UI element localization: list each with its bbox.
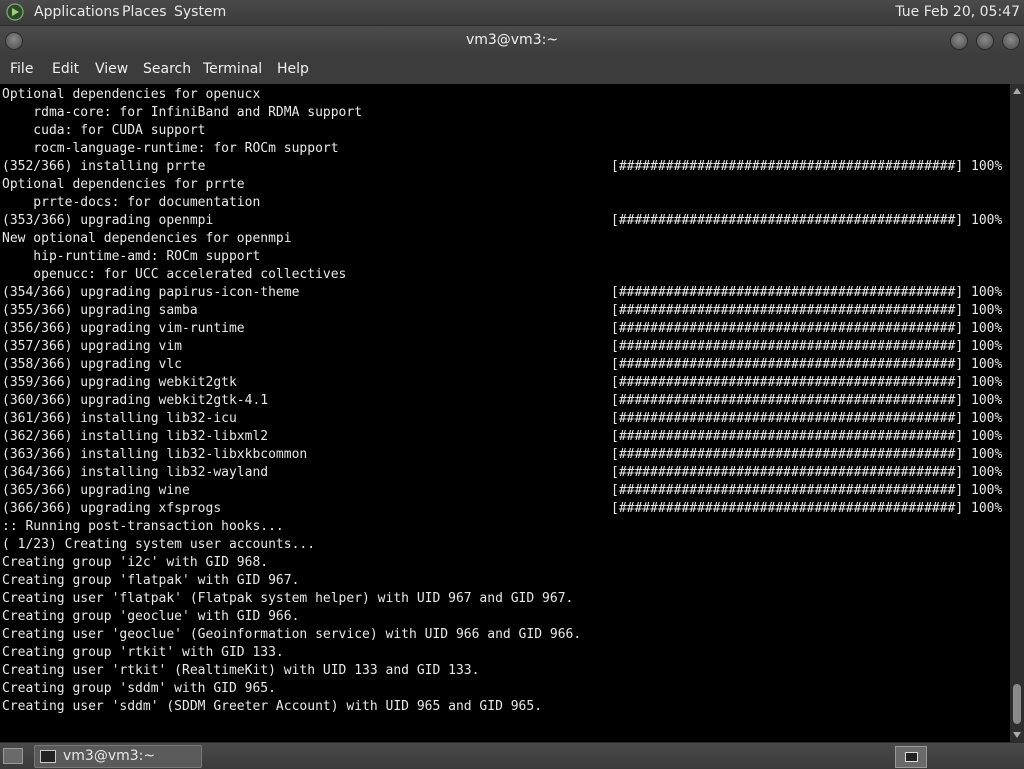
terminal-line: (363/366) installing lib32-libxkbcommon — [2, 447, 308, 462]
terminal-line: (360/366) upgrading webkit2gtk-4.1 — [2, 393, 269, 408]
minimize-icon[interactable] — [950, 32, 968, 50]
terminal-line: Optional dependencies for prrte — [2, 177, 245, 192]
terminal-line: openucc: for UCC accelerated collectives — [2, 267, 347, 282]
terminal-line: (366/366) upgrading xfsprogs — [2, 501, 222, 516]
applications-menu[interactable]: Applications — [34, 4, 120, 20]
workspace-switcher[interactable] — [895, 746, 927, 768]
menu-terminal[interactable]: Terminal — [203, 61, 262, 77]
progress-bar-text: [#######################################… — [611, 411, 1003, 426]
terminal-line: Optional dependencies for openucx — [2, 87, 261, 102]
terminal-line: rocm-language-runtime: for ROCm support — [2, 141, 339, 156]
terminal-line: (362/366) installing lib32-libxml2 — [2, 429, 269, 444]
scrollbar-thumb[interactable] — [1013, 684, 1021, 724]
terminal-output[interactable]: Optional dependencies for openucx rdma-c… — [0, 84, 1010, 742]
show-desktop-icon[interactable] — [3, 748, 23, 764]
close-icon[interactable] — [1002, 32, 1020, 50]
terminal-line: (358/366) upgrading vlc — [2, 357, 183, 372]
terminal-line: hip-runtime-amd: ROCm support — [2, 249, 261, 264]
terminal-line: New optional dependencies for openmpi — [2, 231, 292, 246]
terminal-line: ( 1/23) Creating system user accounts... — [2, 537, 316, 552]
terminal-line: Creating group 'rtkit' with GID 133. — [2, 645, 284, 660]
menubar: File Edit View Search Terminal Help — [0, 56, 1024, 84]
taskbar-window-button[interactable]: vm3@vm3:~ — [34, 745, 202, 768]
progress-bar-text: [#######################################… — [611, 357, 1003, 372]
terminal-line: Creating group 'geoclue' with GID 966. — [2, 609, 300, 624]
progress-bar-text: [#######################################… — [611, 159, 1003, 174]
terminal-line: Creating user 'flatpak' (Flatpak system … — [2, 591, 574, 606]
window-titlebar[interactable]: vm3@vm3:~ — [0, 26, 1024, 56]
workspace-icon — [905, 752, 918, 762]
progress-bar-text: [#######################################… — [611, 501, 1003, 516]
terminal-line: (364/366) installing lib32-wayland — [2, 465, 269, 480]
menu-edit[interactable]: Edit — [52, 61, 79, 77]
terminal-line: (356/366) upgrading vim-runtime — [2, 321, 245, 336]
scroll-down-arrow-icon[interactable] — [1013, 732, 1021, 738]
terminal-line: cuda: for CUDA support — [2, 123, 206, 138]
progress-bar-text: [#######################################… — [611, 465, 1003, 480]
terminal-line: rdma-core: for InfiniBand and RDMA suppo… — [2, 105, 363, 120]
terminal-line: (354/366) upgrading papirus-icon-theme — [2, 285, 300, 300]
terminal-icon — [40, 750, 56, 763]
progress-bar-text: [#######################################… — [611, 393, 1003, 408]
taskbar-window-label: vm3@vm3:~ — [63, 748, 156, 764]
terminal-line: Creating user 'geoclue' (Geoinformation … — [2, 627, 582, 642]
menu-view[interactable]: View — [95, 61, 128, 77]
terminal-line: :: Running post-transaction hooks... — [2, 519, 284, 534]
progress-bar-text: [#######################################… — [611, 375, 1003, 390]
top-panel: Applications Places System Tue Feb 20, 0… — [0, 0, 1024, 26]
menu-search[interactable]: Search — [143, 61, 191, 77]
terminal-line: prrte-docs: for documentation — [2, 195, 261, 210]
progress-bar-text: [#######################################… — [611, 303, 1003, 318]
bottom-panel: vm3@vm3:~ — [0, 742, 1024, 769]
terminal-line: Creating user 'sddm' (SDDM Greeter Accou… — [2, 699, 543, 714]
terminal-scrollbar[interactable] — [1010, 84, 1024, 742]
system-menu[interactable]: System — [174, 4, 226, 20]
terminal-line: Creating user 'rtkit' (RealtimeKit) with… — [2, 663, 480, 678]
terminal-line: (359/366) upgrading webkit2gtk — [2, 375, 237, 390]
progress-bar-text: [#######################################… — [611, 339, 1003, 354]
progress-bar-text: [#######################################… — [611, 213, 1003, 228]
terminal-line: (353/366) upgrading openmpi — [2, 213, 214, 228]
maximize-icon[interactable] — [976, 32, 994, 50]
progress-bar-text: [#######################################… — [611, 429, 1003, 444]
progress-bar-text: [#######################################… — [611, 321, 1003, 336]
window-title: vm3@vm3:~ — [465, 32, 559, 48]
clock[interactable]: Tue Feb 20, 05:47 — [895, 4, 1020, 20]
terminal-line: Creating group 'i2c' with GID 968. — [2, 555, 269, 570]
distro-logo-icon[interactable] — [6, 3, 24, 21]
terminal-line: (365/366) upgrading wine — [2, 483, 190, 498]
progress-bar-text: [#######################################… — [611, 483, 1003, 498]
terminal-line: (352/366) installing prrte — [2, 159, 206, 174]
menu-file[interactable]: File — [10, 61, 33, 77]
terminal-line: (357/366) upgrading vim — [2, 339, 183, 354]
terminal-line: (361/366) installing lib32-icu — [2, 411, 237, 426]
menu-help[interactable]: Help — [277, 61, 309, 77]
places-menu[interactable]: Places — [122, 4, 167, 20]
terminal-line: Creating group 'sddm' with GID 965. — [2, 681, 276, 696]
terminal-line: (355/366) upgrading samba — [2, 303, 198, 318]
terminal-line: Creating group 'flatpak' with GID 967. — [2, 573, 300, 588]
progress-bar-text: [#######################################… — [611, 447, 1003, 462]
progress-bar-text: [#######################################… — [611, 285, 1003, 300]
scroll-up-arrow-icon[interactable] — [1013, 88, 1021, 94]
